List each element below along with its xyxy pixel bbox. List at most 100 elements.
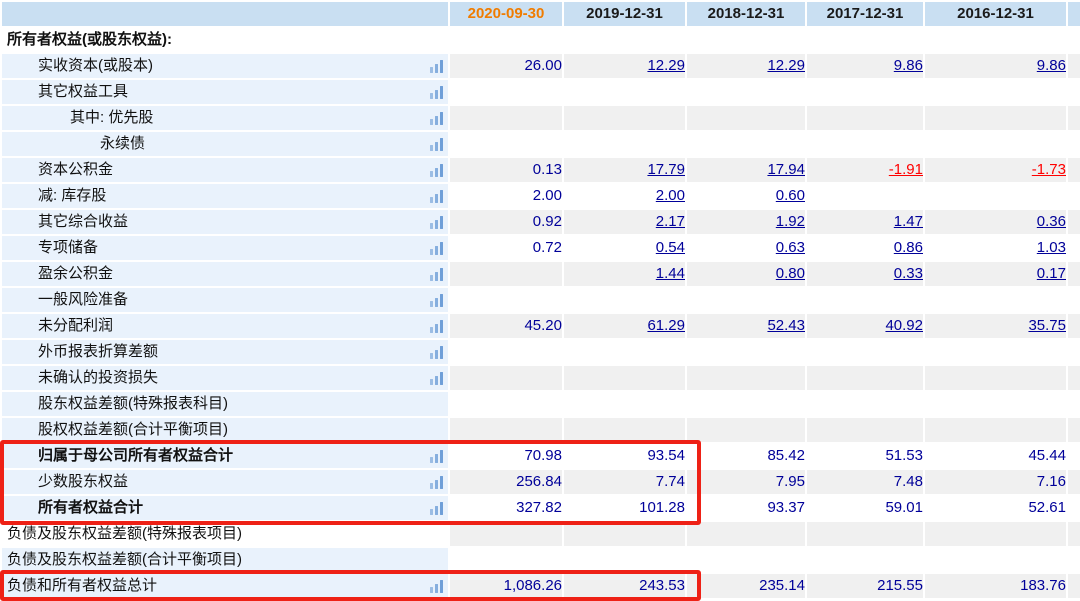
clipped-column-cell bbox=[1068, 418, 1080, 442]
table-row: 其中: 优先股 bbox=[2, 106, 1080, 130]
clipped-column-cell bbox=[1068, 444, 1080, 468]
bar-chart-icon[interactable] bbox=[430, 319, 443, 333]
value-link[interactable]: 0.33 bbox=[894, 265, 923, 282]
value-cell: 215.55 bbox=[807, 574, 923, 598]
bar-chart-icon[interactable] bbox=[430, 501, 443, 515]
value-link[interactable]: 0.63 bbox=[776, 239, 805, 256]
value-link[interactable]: 61.29 bbox=[647, 317, 685, 334]
row-label: 归属于母公司所有者权益合计 bbox=[38, 444, 233, 468]
clipped-column-cell bbox=[1068, 106, 1080, 130]
column-header-date: 2020-09-30 bbox=[450, 2, 562, 26]
value-cell bbox=[687, 288, 805, 312]
value-link[interactable]: 0.60 bbox=[776, 187, 805, 204]
value-cell: 52.43 bbox=[687, 314, 805, 338]
bar-chart-icon[interactable] bbox=[430, 267, 443, 281]
row-label: 股权权益差额(合计平衡项目) bbox=[38, 418, 228, 442]
value-link[interactable]: 40.92 bbox=[885, 317, 923, 334]
value-cell bbox=[807, 28, 923, 52]
value-cell bbox=[807, 418, 923, 442]
bar-chart-icon[interactable] bbox=[430, 111, 443, 125]
row-label: 负债和所有者权益总计 bbox=[7, 574, 157, 598]
value-cell bbox=[925, 522, 1066, 546]
value-cell bbox=[450, 28, 562, 52]
bar-chart-icon[interactable] bbox=[430, 137, 443, 151]
row-label-cell: 盈余公积金 bbox=[2, 262, 448, 286]
value-link[interactable]: 0.36 bbox=[1037, 213, 1066, 230]
value-cell: 0.17 bbox=[925, 262, 1066, 286]
value-link[interactable]: -1.91 bbox=[889, 161, 923, 178]
value-link[interactable]: 1.47 bbox=[894, 213, 923, 230]
row-label-cell: 永续债 bbox=[2, 132, 448, 156]
value-cell: 52.61 bbox=[925, 496, 1066, 520]
value-cell bbox=[687, 80, 805, 104]
value-cell: 1.92 bbox=[687, 210, 805, 234]
bar-chart-icon[interactable] bbox=[430, 345, 443, 359]
value-link[interactable]: 12.29 bbox=[767, 57, 805, 74]
row-label-cell: 外币报表折算差额 bbox=[2, 340, 448, 364]
value-cell bbox=[687, 106, 805, 130]
value-text: 45.20 bbox=[524, 317, 562, 334]
value-cell: 0.60 bbox=[687, 184, 805, 208]
value-cell bbox=[450, 418, 562, 442]
value-link[interactable]: 17.94 bbox=[767, 161, 805, 178]
value-cell bbox=[450, 340, 562, 364]
bar-chart-icon[interactable] bbox=[430, 163, 443, 177]
bar-chart-icon[interactable] bbox=[430, 85, 443, 99]
bar-chart-icon[interactable] bbox=[430, 189, 443, 203]
value-cell: 0.33 bbox=[807, 262, 923, 286]
value-link[interactable]: 0.17 bbox=[1037, 265, 1066, 282]
clipped-column-cell bbox=[1068, 574, 1080, 598]
bar-chart-icon[interactable] bbox=[430, 241, 443, 255]
bar-chart-icon[interactable] bbox=[430, 293, 443, 307]
value-link[interactable]: -1.73 bbox=[1032, 161, 1066, 178]
value-cell bbox=[687, 548, 805, 572]
value-cell: 243.53 bbox=[564, 574, 685, 598]
row-label: 专项储备 bbox=[38, 236, 98, 260]
value-link[interactable]: 0.86 bbox=[894, 239, 923, 256]
value-text: 243.53 bbox=[639, 577, 685, 594]
value-cell: 51.53 bbox=[807, 444, 923, 468]
table-row: 未分配利润45.2061.2952.4340.9235.75 bbox=[2, 314, 1080, 338]
value-cell: 9.86 bbox=[807, 54, 923, 78]
value-text: 7.48 bbox=[894, 473, 923, 490]
value-cell bbox=[564, 132, 685, 156]
value-link[interactable]: 2.17 bbox=[656, 213, 685, 230]
value-link[interactable]: 1.44 bbox=[656, 265, 685, 282]
bar-chart-icon[interactable] bbox=[430, 59, 443, 73]
bar-chart-icon[interactable] bbox=[430, 579, 443, 593]
value-cell: 1.47 bbox=[807, 210, 923, 234]
value-link[interactable]: 2.00 bbox=[656, 187, 685, 204]
value-cell bbox=[450, 288, 562, 312]
value-cell: 7.16 bbox=[925, 470, 1066, 494]
row-label-cell: 负债及股东权益差额(合计平衡项目) bbox=[2, 548, 448, 572]
value-link[interactable]: 17.79 bbox=[647, 161, 685, 178]
bar-chart-icon[interactable] bbox=[430, 215, 443, 229]
bar-chart-icon[interactable] bbox=[430, 449, 443, 463]
value-text: 51.53 bbox=[885, 447, 923, 464]
value-cell: 2.17 bbox=[564, 210, 685, 234]
bar-chart-icon[interactable] bbox=[430, 371, 443, 385]
value-link[interactable]: 35.75 bbox=[1028, 317, 1066, 334]
value-cell: 101.28 bbox=[564, 496, 685, 520]
value-text: 2.00 bbox=[533, 187, 562, 204]
value-cell bbox=[925, 184, 1066, 208]
row-label-cell: 其它权益工具 bbox=[2, 80, 448, 104]
value-link[interactable]: 1.92 bbox=[776, 213, 805, 230]
value-link[interactable]: 12.29 bbox=[647, 57, 685, 74]
value-link[interactable]: 0.80 bbox=[776, 265, 805, 282]
value-link[interactable]: 1.03 bbox=[1037, 239, 1066, 256]
value-cell: 2.00 bbox=[450, 184, 562, 208]
value-link[interactable]: 0.54 bbox=[656, 239, 685, 256]
value-cell: 0.36 bbox=[925, 210, 1066, 234]
column-header-date: 2016-12-31 bbox=[925, 2, 1066, 26]
value-cell: 45.44 bbox=[925, 444, 1066, 468]
table-row: 其它权益工具 bbox=[2, 80, 1080, 104]
value-link[interactable]: 52.43 bbox=[767, 317, 805, 334]
value-link[interactable]: 9.86 bbox=[1037, 57, 1066, 74]
value-cell: 70.98 bbox=[450, 444, 562, 468]
row-label: 资本公积金 bbox=[38, 158, 113, 182]
value-cell bbox=[564, 288, 685, 312]
value-link[interactable]: 9.86 bbox=[894, 57, 923, 74]
bar-chart-icon[interactable] bbox=[430, 475, 443, 489]
balance-sheet-equity-screen: 2020-09-302019-12-312018-12-312017-12-31… bbox=[0, 0, 1080, 601]
